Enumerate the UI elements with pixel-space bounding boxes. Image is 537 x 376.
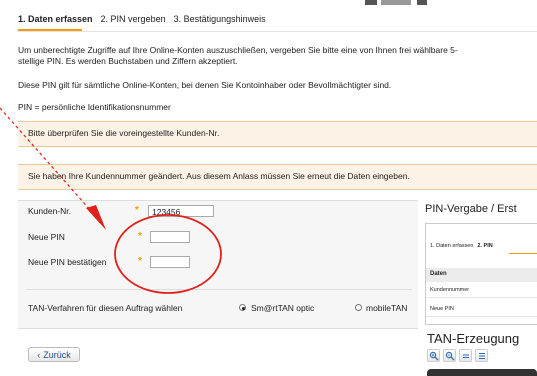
popup-table-header-label: Daten — [430, 271, 447, 277]
required-mark: * — [138, 231, 142, 242]
lines-icon[interactable] — [475, 349, 488, 362]
customer-label: Kunden-Nr. — [28, 206, 71, 216]
intro-line-4: PIN = persönliche Identifikationsnummer — [18, 102, 171, 112]
notice-customer-changed: Sie haben Ihre Kundennummer geändert. Au… — [18, 164, 537, 190]
step-nav: 1. Daten erfassen 2. PIN vergeben 3. Bes… — [18, 14, 266, 30]
required-mark: * — [138, 256, 142, 267]
step-3: 3. Bestätigungshinweis — [173, 14, 266, 24]
popup-toolbar — [427, 349, 537, 365]
popup-table-header: Daten — [426, 268, 537, 282]
notice-check-customer: Bitte überprüfen Sie die voreingestellte… — [18, 121, 537, 147]
popup-active-step-indicator — [509, 253, 537, 254]
pin-confirm-label: Neue PIN bestätigen — [28, 257, 107, 267]
tan-generation-title: TAN-Erzeugung — [427, 331, 520, 346]
intro-line-2: stellige PIN. Es werden Buchstaben und Z… — [18, 56, 238, 66]
required-mark: * — [135, 205, 139, 216]
pin-confirm-input[interactable] — [150, 256, 190, 268]
popup-table-row: Kundennummer — [426, 284, 537, 298]
customer-number-input[interactable]: 123456 — [148, 205, 214, 217]
notice-text: Sie haben Ihre Kundennummer geändert. Au… — [28, 171, 410, 181]
step-2: 2. PIN vergeben — [100, 14, 166, 24]
zoom-in-icon[interactable] — [427, 349, 440, 362]
intro-line-3: Diese PIN gilt für sämtliche Online-Kont… — [18, 80, 392, 90]
zoom-out-icon[interactable] — [443, 349, 456, 362]
radio-mobiletan[interactable] — [355, 304, 362, 311]
back-label: Zurück — [43, 349, 71, 360]
radio-smarttan-label[interactable]: Sm@rtTAN optic — [251, 303, 314, 313]
popup-row-label: Neue PIN — [430, 306, 454, 312]
align-icon[interactable] — [459, 349, 472, 362]
chevron-left-icon: ‹ — [37, 349, 41, 360]
popup-row-label: Kundennummer — [430, 287, 470, 293]
popup-dark-bar — [427, 369, 537, 376]
pin-input[interactable] — [150, 231, 190, 243]
back-button[interactable]: ‹ Zurück — [28, 347, 80, 362]
pin-label: Neue PIN — [28, 232, 65, 242]
popup-step-nav: 1. Daten erfassen 2. PIN — [430, 243, 493, 249]
notice-text: Bitte überprüfen Sie die voreingestellte… — [28, 128, 220, 138]
tan-label: TAN-Verfahren für diesen Auftrag wählen — [28, 303, 183, 313]
popup-step-1: 1. Daten erfassen — [430, 243, 474, 249]
radio-smarttan[interactable] — [239, 304, 246, 311]
popup-step-2: 2. PIN — [477, 243, 493, 249]
radio-mobiletan-label[interactable]: mobileTAN — [366, 303, 407, 313]
popup-title: PIN-Vergabe / Erst — [425, 203, 517, 215]
divider — [18, 31, 537, 32]
intro-line-1: Um unberechtigte Zugriffe auf Ihre Onlin… — [18, 45, 458, 55]
popup-table-row: Neue PIN — [426, 303, 537, 317]
top-toolbar-fragment — [365, 0, 537, 6]
step-1: 1. Daten erfassen — [18, 14, 93, 24]
divider — [26, 289, 412, 290]
